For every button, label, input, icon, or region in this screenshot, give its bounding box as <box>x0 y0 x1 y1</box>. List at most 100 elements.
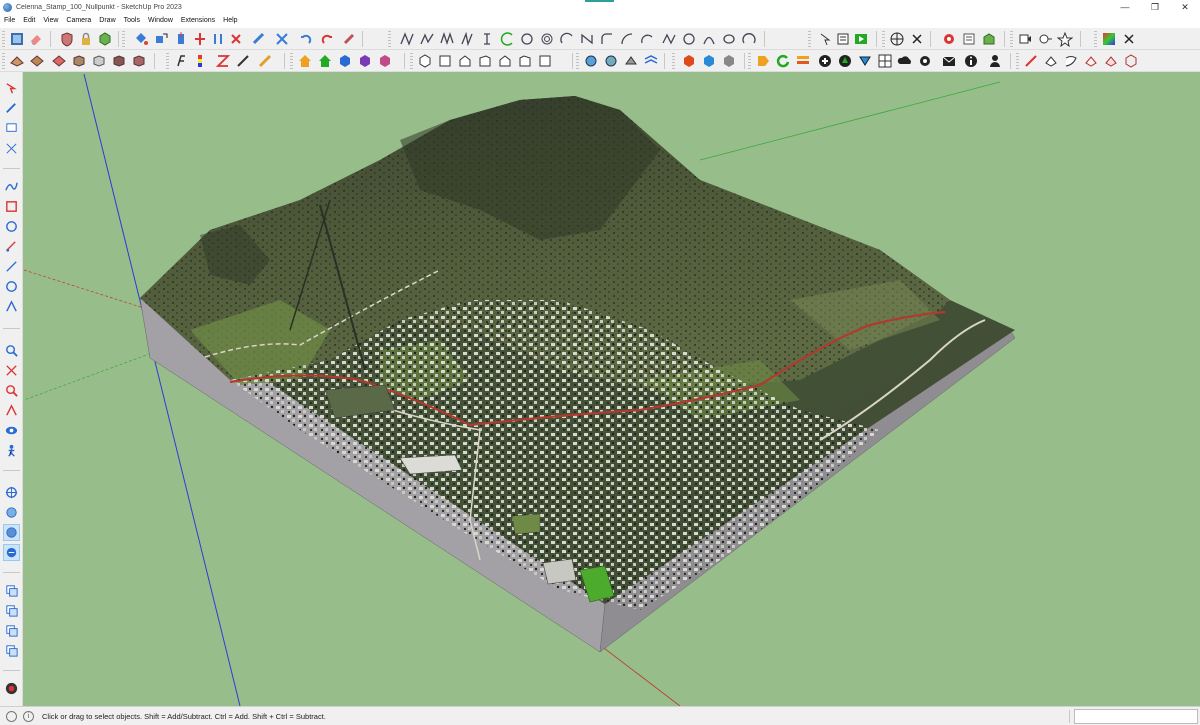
pen-red-icon[interactable] <box>1022 52 1040 70</box>
curve-icon[interactable] <box>700 30 718 48</box>
fredo-tools-icon[interactable] <box>1122 52 1140 70</box>
scale-icon[interactable] <box>227 30 245 48</box>
measurements-input[interactable] <box>1074 709 1198 724</box>
zoom-extents-icon[interactable] <box>3 382 20 399</box>
freehand-tool-icon[interactable] <box>3 178 20 195</box>
shield-icon[interactable] <box>58 30 76 48</box>
pencil-icon[interactable] <box>234 52 252 70</box>
chamfer-icon[interactable] <box>618 30 636 48</box>
warehouse-icon[interactable] <box>980 30 998 48</box>
look-around-icon[interactable] <box>3 422 20 439</box>
geo-location-status-icon[interactable] <box>6 710 17 722</box>
hidden-line-icon[interactable] <box>130 52 148 70</box>
stack-icon[interactable] <box>794 52 812 70</box>
close-button[interactable]: ✕ <box>1170 0 1200 14</box>
tree-icon[interactable] <box>836 52 854 70</box>
restore-button[interactable]: ❐ <box>1140 0 1170 14</box>
follow-me-icon[interactable] <box>273 30 291 48</box>
view-front-icon[interactable] <box>456 52 474 70</box>
oval-icon[interactable] <box>720 30 738 48</box>
mail-icon[interactable] <box>940 52 958 70</box>
select-icon[interactable] <box>3 80 20 97</box>
scissors-icon[interactable] <box>908 30 926 48</box>
tape-icon[interactable] <box>340 30 358 48</box>
minimize-button[interactable]: — <box>1110 0 1140 14</box>
orbit-icon[interactable] <box>3 504 20 521</box>
xray-icon[interactable] <box>1120 30 1138 48</box>
stamp-icon[interactable] <box>622 52 640 70</box>
component-tool-icon[interactable] <box>3 642 20 659</box>
smoove-icon[interactable] <box>602 52 620 70</box>
photo-icon[interactable] <box>50 52 68 70</box>
copy-icon[interactable] <box>3 582 20 599</box>
gear-icon[interactable] <box>940 30 958 48</box>
lift-icon[interactable] <box>856 52 874 70</box>
user-icon[interactable] <box>986 52 1004 70</box>
menu-window[interactable]: Window <box>144 14 177 28</box>
lasso-icon[interactable] <box>3 100 20 117</box>
view-back-icon[interactable] <box>496 52 514 70</box>
position-camera-icon[interactable] <box>1036 30 1054 48</box>
menu-extensions[interactable]: Extensions <box>177 14 219 28</box>
circle-icon[interactable] <box>518 30 536 48</box>
rotate-icon[interactable] <box>191 30 209 48</box>
rectangle-tool-icon[interactable] <box>3 198 20 215</box>
bezier-icon[interactable] <box>458 30 476 48</box>
texture-icon[interactable] <box>28 52 46 70</box>
spiral-icon[interactable] <box>538 30 556 48</box>
menu-file[interactable]: File <box>0 14 19 28</box>
redo-icon[interactable] <box>318 30 336 48</box>
arc-cw-icon[interactable] <box>740 30 758 48</box>
model-info-icon[interactable] <box>8 30 26 48</box>
target-icon[interactable] <box>888 30 906 48</box>
fillet-icon[interactable] <box>598 30 616 48</box>
line-draw-icon[interactable] <box>398 30 416 48</box>
tag-orange-icon[interactable] <box>754 52 772 70</box>
polyline-icon[interactable] <box>438 30 456 48</box>
position-camera-tool-icon[interactable] <box>3 484 20 501</box>
styles-icon[interactable] <box>1100 30 1118 48</box>
walk-tool-icon[interactable] <box>3 442 20 459</box>
menu-edit[interactable]: Edit <box>19 14 39 28</box>
camera-icon[interactable] <box>1016 30 1034 48</box>
polygon-tool-icon[interactable] <box>3 278 20 295</box>
layers-icon[interactable] <box>960 30 978 48</box>
view-left-icon[interactable] <box>516 52 534 70</box>
eraser-icon[interactable] <box>27 30 45 48</box>
arc-3pt-icon[interactable] <box>558 30 576 48</box>
zoom-tool-icon[interactable] <box>3 342 20 359</box>
menu-camera[interactable]: Camera <box>62 14 95 28</box>
drape-icon[interactable] <box>642 52 660 70</box>
joint-push-pull-icon[interactable] <box>1042 52 1060 70</box>
info-icon[interactable] <box>962 52 980 70</box>
line-tool-icon[interactable] <box>3 258 20 275</box>
previous-view-icon[interactable] <box>3 402 20 419</box>
arc-tangent-icon[interactable] <box>638 30 656 48</box>
pointer-icon[interactable] <box>816 30 834 48</box>
move-icon[interactable] <box>152 30 170 48</box>
trim-icon[interactable] <box>478 30 496 48</box>
solid-red-icon[interactable] <box>680 52 698 70</box>
offset-icon[interactable] <box>250 30 268 48</box>
monochrome-icon[interactable] <box>110 52 128 70</box>
section-plane-icon[interactable] <box>8 52 26 70</box>
flip-icon[interactable] <box>209 30 227 48</box>
divide-icon[interactable] <box>578 30 596 48</box>
walk-icon[interactable] <box>1056 30 1074 48</box>
add-icon[interactable] <box>816 52 834 70</box>
paste-icon[interactable] <box>3 602 20 619</box>
view-iso-icon[interactable] <box>416 52 434 70</box>
refresh-icon[interactable] <box>774 52 792 70</box>
paint-bucket-icon[interactable] <box>132 30 150 48</box>
menu-tools[interactable]: Tools <box>120 14 144 28</box>
menu-help[interactable]: Help <box>219 14 241 28</box>
menu-draw[interactable]: Draw <box>95 14 119 28</box>
wave-icon[interactable] <box>660 30 678 48</box>
shade-icon[interactable] <box>90 52 108 70</box>
sweep-icon[interactable] <box>1062 52 1080 70</box>
paint-icon[interactable] <box>3 120 20 137</box>
brush-icon[interactable] <box>256 52 274 70</box>
pan-icon[interactable] <box>3 524 20 541</box>
view-right-icon[interactable] <box>476 52 494 70</box>
circle-tool-icon[interactable] <box>3 218 20 235</box>
